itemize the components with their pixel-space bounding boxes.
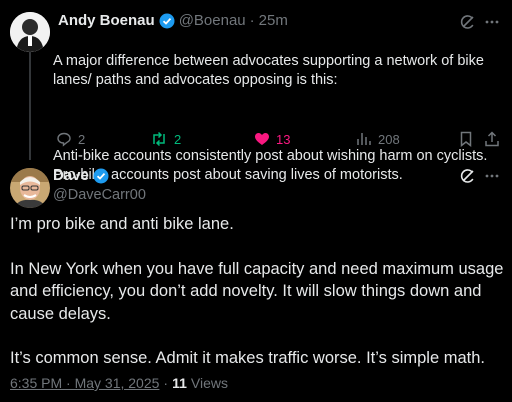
verified-badge-icon [159, 13, 175, 29]
tweet-author-name[interactable]: Dave [53, 167, 89, 184]
avatar-dave[interactable] [10, 168, 50, 208]
bookmark-icon[interactable] [458, 131, 474, 147]
views-action[interactable]: 208 [356, 131, 400, 147]
more-options-icon[interactable] [484, 14, 500, 30]
analytics-bar-icon [356, 131, 372, 147]
thread-connector-line [29, 50, 31, 160]
reply-tweet-text: A major difference between advocates sup… [53, 33, 503, 204]
views-count-small: 208 [378, 131, 400, 147]
tweet-paragraph-1: I’m pro bike and anti bike lane. [10, 215, 234, 233]
like-action[interactable]: 13 [254, 131, 290, 147]
more-options-icon[interactable] [484, 168, 500, 184]
avatar-boenau[interactable] [10, 12, 50, 52]
tweet-view-count: 11 [172, 375, 187, 391]
author-header: Dave [53, 167, 109, 184]
tweet-paragraph-3: It’s common sense. Admit it makes traffi… [10, 349, 485, 367]
reply-text-paragraph-2: Anti-bike accounts consistently post abo… [53, 148, 488, 183]
reply-author-handle[interactable]: @Boenau [179, 12, 246, 29]
tweet-author-handle[interactable]: @DaveCarr00 [53, 187, 146, 203]
reply-count: 2 [78, 131, 86, 147]
reply-icon [56, 131, 72, 147]
reply-time[interactable]: 25m [259, 12, 288, 29]
repost-action[interactable]: 2 [150, 131, 181, 147]
heart-filled-icon [254, 131, 270, 147]
tweet-body: I’m pro bike and anti bike lane. In New … [10, 213, 505, 370]
reply-action[interactable]: 2 [56, 131, 85, 147]
grok-icon[interactable] [460, 14, 476, 30]
share-icon[interactable] [484, 131, 500, 147]
tweet-meta: 6:35 PM · May 31, 2025 · 11 Views [10, 375, 228, 391]
grok-icon[interactable] [460, 168, 476, 184]
reply-author-name[interactable]: Andy Boenau [58, 12, 155, 29]
meta-separator: · [163, 375, 169, 391]
separator-dot: · [249, 12, 255, 29]
tweet-views-label: Views [190, 375, 228, 391]
verified-badge-icon [93, 168, 109, 184]
like-count: 13 [276, 131, 291, 147]
repost-count: 2 [174, 131, 182, 147]
tweet-timestamp[interactable]: 6:35 PM · May 31, 2025 [10, 375, 159, 391]
tweet-paragraph-2: In New York when you have full capacity … [10, 259, 504, 323]
reply-text-paragraph-1: A major difference between advocates sup… [53, 53, 484, 88]
repost-icon [150, 131, 168, 147]
